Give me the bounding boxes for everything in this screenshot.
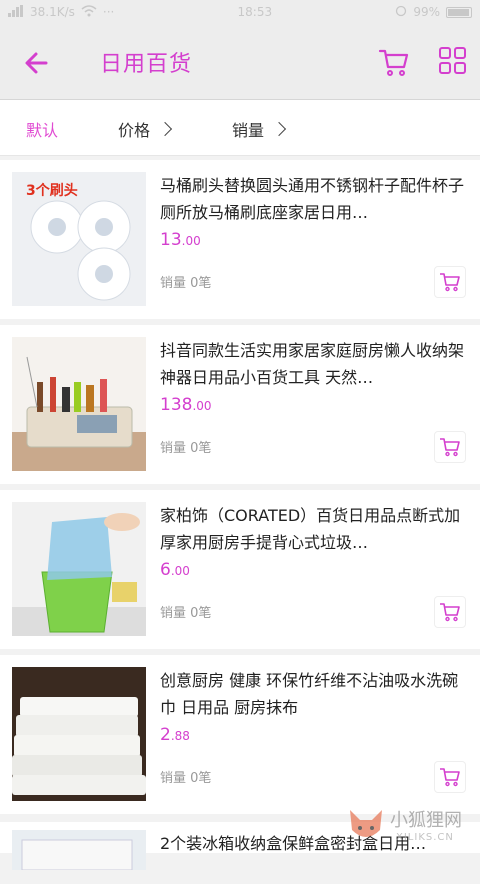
price-decimal: .00	[181, 234, 201, 248]
more-icon: ···	[102, 5, 115, 19]
product-item[interactable]: 抖音同款生活实用家居家庭厨房懒人收纳架神器日用品小百货工具 天然… 138.00…	[0, 325, 480, 484]
product-price: 6.00	[160, 560, 190, 580]
grid-view-button[interactable]	[438, 46, 468, 76]
product-list: 3个刷头 马桶刷头替换圆头通用不锈钢杆子配件杯子厕所放马桶刷底座家居日用… 13…	[0, 160, 480, 820]
shopping-cart-icon	[440, 603, 460, 622]
price-decimal: .88	[170, 729, 190, 743]
back-arrow-icon	[25, 52, 48, 74]
product-price: 2.88	[160, 725, 190, 745]
clock: 18:53	[237, 5, 273, 19]
product-title: 创意厨房 健康 环保竹纤维不沾油吸水洗碗巾 日用品 厨房抹布	[160, 671, 459, 717]
back-button[interactable]	[20, 46, 54, 80]
add-to-cart-button[interactable]	[434, 431, 466, 463]
product-image	[12, 337, 146, 471]
sort-sales[interactable]: 销量	[232, 117, 287, 141]
price-decimal: .00	[170, 564, 190, 578]
product-item[interactable]: 3个刷头 马桶刷头替换圆头通用不锈钢杆子配件杯子厕所放马桶刷底座家居日用… 13…	[0, 160, 480, 319]
sort-bar: 默认 价格 销量	[0, 100, 480, 156]
shopping-cart-icon	[378, 49, 409, 76]
shopping-cart-icon	[440, 273, 460, 292]
sales-count: 销量 0笔	[160, 771, 212, 786]
product-price: 13.00	[160, 230, 201, 250]
product-image	[12, 502, 146, 636]
add-to-cart-button[interactable]	[434, 596, 466, 628]
sort-default-label: 默认	[26, 121, 59, 140]
sort-price[interactable]: 价格	[118, 117, 173, 141]
status-bar: 38.1K/s ··· 18:53 99%	[0, 0, 480, 24]
signal-icon	[8, 4, 24, 20]
app-header: 日用百货	[0, 24, 480, 100]
product-title: 家柏饰（CORATED）百货日用品点断式加厚家用厨房手提背心式垃圾…	[160, 506, 461, 552]
product-title: 马桶刷头替换圆头通用不锈钢杆子配件杯子厕所放马桶刷底座家居日用…	[160, 176, 465, 222]
battery-percent: 99%	[413, 5, 440, 19]
price-integer: 2	[160, 725, 171, 745]
price-integer: 138	[160, 395, 193, 415]
sort-sales-label: 销量	[232, 121, 265, 140]
sales-count: 销量 0笔	[160, 276, 212, 291]
product-item[interactable]: 2个装冰箱收纳盒保鲜盒密封盒日用…	[0, 822, 480, 870]
product-title: 抖音同款生活实用家居家庭厨房懒人收纳架神器日用品小百货工具 天然…	[160, 341, 465, 387]
grid-icon	[439, 47, 466, 74]
product-item[interactable]: 家柏饰（CORATED）百货日用品点断式加厚家用厨房手提背心式垃圾… 6.00 …	[0, 490, 480, 649]
shopping-cart-icon	[440, 438, 460, 457]
image-caption: 3个刷头	[26, 183, 78, 199]
sales-count: 销量 0笔	[160, 606, 212, 621]
add-to-cart-button[interactable]	[434, 761, 466, 793]
price-integer: 13	[160, 230, 182, 250]
product-image	[12, 830, 146, 870]
page-title: 日用百货	[100, 52, 193, 77]
sort-price-label: 价格	[118, 121, 151, 140]
product-price: 138.00	[160, 395, 212, 415]
chevron-icon	[157, 121, 173, 137]
battery-icon	[445, 6, 472, 18]
sort-default[interactable]: 默认	[26, 117, 58, 141]
product-image	[12, 667, 146, 801]
wifi-icon	[81, 4, 97, 20]
add-to-cart-button[interactable]	[434, 266, 466, 298]
product-item[interactable]: 创意厨房 健康 环保竹纤维不沾油吸水洗碗巾 日用品 厨房抹布 2.88 销量 0…	[0, 655, 480, 814]
shopping-cart-icon	[440, 768, 460, 787]
price-integer: 6	[160, 560, 171, 580]
price-decimal: .00	[192, 399, 212, 413]
network-speed: 38.1K/s	[30, 5, 75, 19]
chevron-icon	[271, 121, 287, 137]
cart-button[interactable]	[378, 46, 410, 78]
sales-count: 销量 0笔	[160, 441, 212, 456]
product-title: 2个装冰箱收纳盒保鲜盒密封盒日用…	[160, 834, 427, 853]
product-image: 3个刷头	[12, 172, 146, 306]
alarm-icon	[395, 5, 407, 20]
